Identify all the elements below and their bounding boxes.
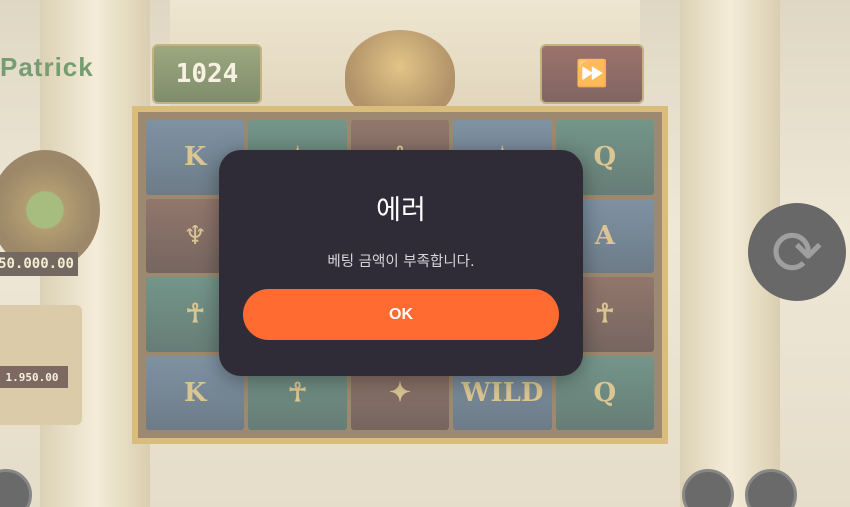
ok-button[interactable]: OK <box>243 289 559 340</box>
error-dialog: 에러 베팅 금액이 부족합니다. OK <box>219 150 583 376</box>
dialog-title: 에러 <box>376 195 426 226</box>
dialog-message: 베팅 금액이 부족합니다. <box>327 254 475 270</box>
